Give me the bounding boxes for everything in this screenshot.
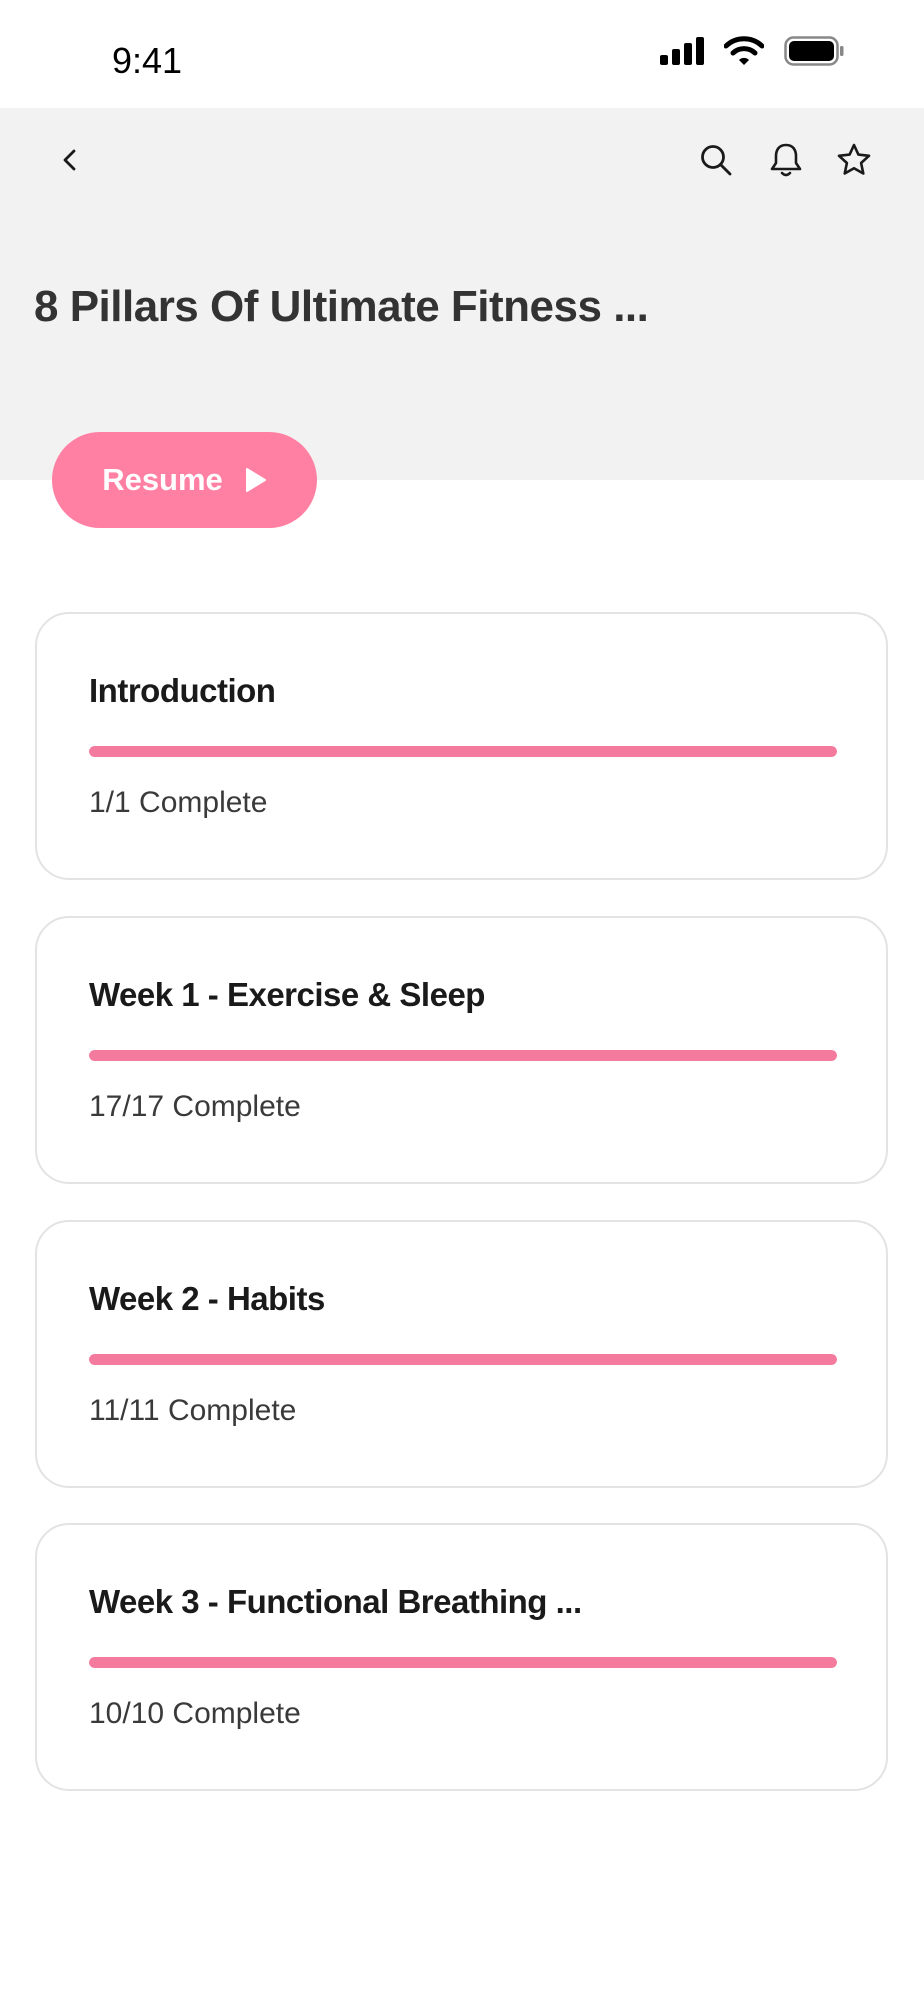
- module-title: Introduction: [89, 672, 276, 709]
- module-title: Week 3 - Functional Breathing ...: [89, 1583, 582, 1620]
- status-bar: 9:41: [0, 0, 924, 108]
- resume-button[interactable]: Resume: [52, 432, 317, 528]
- module-progress-bar: [89, 1354, 837, 1365]
- status-time: 9:41: [112, 40, 183, 81]
- battery-icon: [784, 36, 844, 66]
- module-card-introduction[interactable]: Introduction 1/1 Complete: [35, 612, 888, 880]
- chevron-left-icon: [63, 149, 76, 171]
- module-progress-fill: [89, 1050, 837, 1061]
- module-status: 11/11 Complete: [89, 1394, 297, 1427]
- module-progress-fill: [89, 1657, 837, 1668]
- back-button[interactable]: [42, 132, 98, 188]
- page-title: 8 Pillars Of Ultimate Fitness ...: [34, 282, 649, 331]
- star-icon: [837, 143, 871, 175]
- module-progress-bar: [89, 1657, 837, 1668]
- play-icon: [245, 468, 266, 492]
- module-card-week-1[interactable]: Week 1 - Exercise & Sleep 17/17 Complete: [35, 916, 888, 1184]
- module-status: 1/1 Complete: [89, 786, 268, 819]
- module-progress-bar: [89, 746, 837, 757]
- module-progress-fill: [89, 746, 837, 757]
- resume-button-label: Resume: [102, 462, 223, 497]
- favorite-button[interactable]: [826, 132, 882, 188]
- module-title: Week 1 - Exercise & Sleep: [89, 976, 485, 1013]
- search-button[interactable]: [688, 132, 744, 188]
- wifi-icon: [724, 36, 764, 65]
- cellular-signal-icon: [660, 37, 704, 65]
- module-status: 17/17 Complete: [89, 1090, 301, 1123]
- module-progress-bar: [89, 1050, 837, 1061]
- module-title: Week 2 - Habits: [89, 1280, 325, 1317]
- search-icon: [701, 145, 732, 176]
- module-card-week-2[interactable]: Week 2 - Habits 11/11 Complete: [35, 1220, 888, 1488]
- module-progress-fill: [89, 1354, 837, 1365]
- module-status: 10/10 Complete: [89, 1697, 301, 1730]
- notifications-button[interactable]: [758, 132, 814, 188]
- bell-icon: [770, 143, 802, 177]
- module-card-week-3[interactable]: Week 3 - Functional Breathing ... 10/10 …: [35, 1523, 888, 1791]
- status-icons: [660, 36, 844, 66]
